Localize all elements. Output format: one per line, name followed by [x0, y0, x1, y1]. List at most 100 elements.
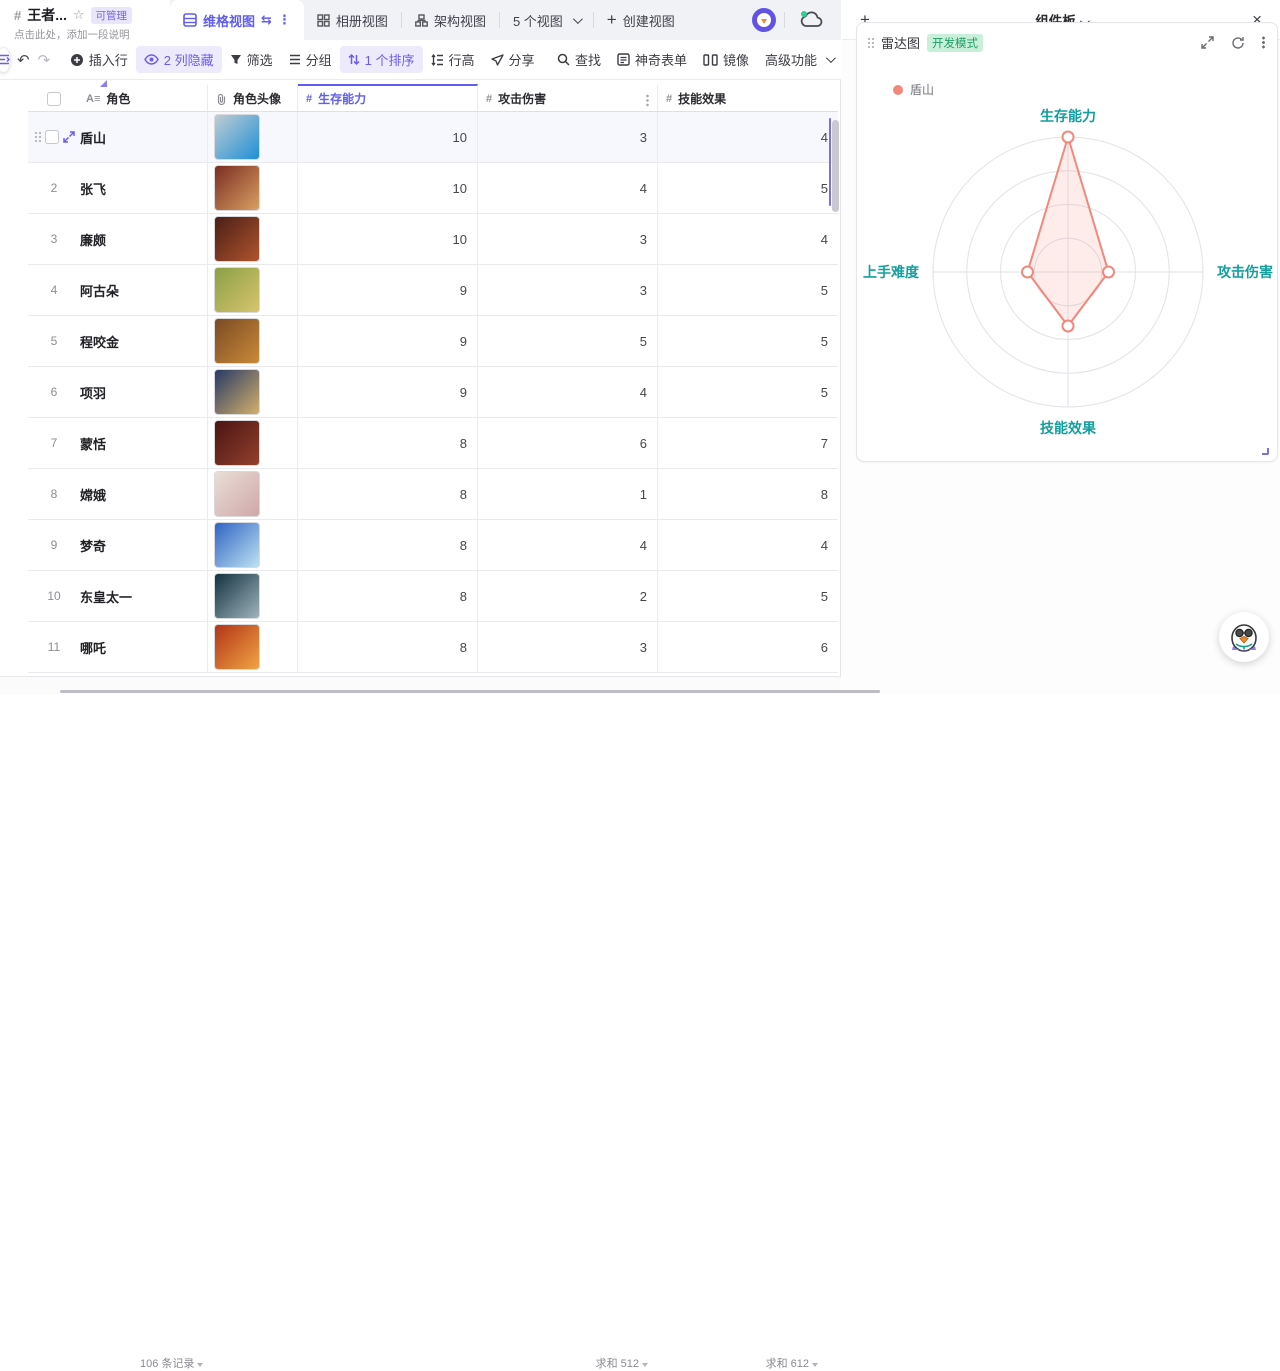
group-button[interactable]: 分组 — [281, 46, 340, 73]
value-cell[interactable]: 6 — [478, 418, 658, 468]
column-header-skill[interactable]: # 技能效果 — [658, 84, 838, 111]
character-avatar[interactable] — [214, 369, 260, 415]
table-row[interactable]: 8嫦娥818 — [28, 469, 838, 520]
widget-resize-handle[interactable] — [1262, 448, 1269, 455]
table-row[interactable]: 5程咬金955 — [28, 316, 838, 367]
character-avatar[interactable] — [214, 471, 260, 517]
drag-handle-icon[interactable] — [867, 37, 874, 49]
table-row[interactable]: 11哪吒836 — [28, 622, 838, 673]
row-drag-handle[interactable] — [34, 131, 41, 143]
character-name[interactable]: 梦奇 — [80, 536, 106, 555]
column-menu-icon[interactable] — [646, 94, 649, 107]
value-cell[interactable]: 5 — [658, 367, 838, 417]
share-button[interactable]: 分享 — [483, 46, 543, 73]
doc-title[interactable]: 王者... — [27, 5, 67, 25]
value-cell[interactable]: 6 — [658, 622, 838, 672]
value-cell[interactable]: 5 — [658, 265, 838, 315]
character-name[interactable]: 项羽 — [80, 383, 106, 402]
tab-grid-view[interactable]: 维格视图 ⇆ ⋮ — [170, 0, 304, 40]
value-cell[interactable]: 4 — [658, 112, 838, 162]
row-height-button[interactable]: 行高 — [423, 46, 483, 73]
create-view-button[interactable]: + 创建视图 — [594, 0, 688, 40]
table-row[interactable]: 2张飞1045 — [28, 163, 838, 214]
column-header-attack[interactable]: # 攻击伤害 — [478, 84, 658, 111]
value-cell[interactable]: 8 — [298, 622, 478, 672]
value-cell[interactable]: 1 — [478, 469, 658, 519]
character-avatar[interactable] — [214, 420, 260, 466]
character-name[interactable]: 程咬金 — [80, 332, 119, 351]
character-avatar[interactable] — [214, 522, 260, 568]
value-cell[interactable]: 3 — [478, 265, 658, 315]
table-row[interactable]: 6项羽945 — [28, 367, 838, 418]
column-header-survive[interactable]: # 生存能力 — [298, 84, 478, 111]
character-avatar[interactable] — [214, 318, 260, 364]
value-cell[interactable]: 5 — [658, 316, 838, 366]
select-all-checkbox[interactable] — [47, 92, 61, 106]
expand-icon[interactable] — [1201, 36, 1214, 49]
user-avatar[interactable] — [752, 8, 776, 32]
character-name[interactable]: 蒙恬 — [80, 434, 106, 453]
undo-button[interactable]: ↶ — [11, 51, 36, 69]
table-row[interactable]: 7蒙恬867 — [28, 418, 838, 469]
star-icon[interactable]: ☆ — [73, 7, 85, 23]
table-row[interactable]: 9梦奇844 — [28, 520, 838, 571]
value-cell[interactable]: 9 — [298, 265, 478, 315]
value-cell[interactable]: 8 — [658, 469, 838, 519]
filter-button[interactable]: 筛选 — [222, 46, 281, 73]
value-cell[interactable]: 3 — [478, 622, 658, 672]
mirror-button[interactable]: 镜像 — [695, 46, 757, 73]
vertical-scrollbar[interactable] — [832, 120, 839, 212]
doc-info[interactable]: # 王者... ☆ 可管理 点击此处，添加一段说明 — [0, 0, 170, 40]
sort-button[interactable]: 1 个排序 — [340, 46, 423, 73]
value-cell[interactable]: 4 — [658, 520, 838, 570]
table-row[interactable]: 4阿古朵935 — [28, 265, 838, 316]
character-name[interactable]: 张飞 — [80, 179, 106, 198]
character-avatar[interactable] — [214, 624, 260, 670]
character-avatar[interactable] — [214, 573, 260, 619]
sum-attack[interactable]: 求和 512 — [560, 1355, 648, 1371]
tab-gallery-view[interactable]: 相册视图 — [304, 0, 401, 40]
value-cell[interactable]: 9 — [298, 316, 478, 366]
value-cell[interactable]: 10 — [298, 214, 478, 264]
value-cell[interactable]: 9 — [298, 367, 478, 417]
table-row[interactable]: 10东皇太一825 — [28, 571, 838, 622]
value-cell[interactable]: 4 — [478, 163, 658, 213]
sum-skill[interactable]: 求和 612 — [730, 1355, 818, 1371]
value-cell[interactable]: 5 — [478, 316, 658, 366]
value-cell[interactable]: 8 — [298, 571, 478, 621]
tab-more-icon[interactable]: ⋮ — [278, 12, 291, 28]
value-cell[interactable]: 4 — [478, 520, 658, 570]
value-cell[interactable]: 2 — [478, 571, 658, 621]
value-cell[interactable]: 3 — [478, 214, 658, 264]
expand-record-icon[interactable] — [63, 131, 75, 143]
horizontal-scrollbar[interactable] — [60, 690, 880, 693]
tab-architecture-view[interactable]: 架构视图 — [402, 0, 499, 40]
value-cell[interactable]: 4 — [658, 214, 838, 264]
widget-menu-icon[interactable] — [1262, 36, 1265, 49]
character-name[interactable]: 东皇太一 — [80, 587, 132, 606]
views-count-dropdown[interactable]: 5 个视图 — [500, 0, 593, 40]
character-name[interactable]: 哪吒 — [80, 638, 106, 657]
value-cell[interactable]: 4 — [478, 367, 658, 417]
character-avatar[interactable] — [214, 114, 260, 160]
character-avatar[interactable] — [214, 267, 260, 313]
character-name[interactable]: 廉颇 — [80, 230, 106, 249]
value-cell[interactable]: 10 — [298, 112, 478, 162]
refresh-icon[interactable] — [1231, 36, 1245, 50]
character-name[interactable]: 阿古朵 — [80, 281, 119, 300]
magic-form-button[interactable]: 神奇表单 — [609, 46, 695, 73]
row-checkbox[interactable] — [45, 130, 59, 144]
value-cell[interactable]: 8 — [298, 418, 478, 468]
character-avatar[interactable] — [214, 216, 260, 262]
column-header-avatar[interactable]: 角色头像 — [208, 84, 298, 111]
value-cell[interactable]: 7 — [658, 418, 838, 468]
column-header-role[interactable]: A≡ 角色 — [28, 84, 208, 111]
value-cell[interactable]: 5 — [658, 163, 838, 213]
table-row[interactable]: 3廉颇1034 — [28, 214, 838, 265]
character-name[interactable]: 嫦娥 — [80, 485, 106, 504]
insert-row-button[interactable]: 插入行 — [62, 46, 136, 73]
swap-view-icon[interactable]: ⇆ — [261, 12, 272, 28]
record-count[interactable]: 106 条记录 — [140, 1355, 203, 1371]
value-cell[interactable]: 8 — [298, 520, 478, 570]
value-cell[interactable]: 10 — [298, 163, 478, 213]
